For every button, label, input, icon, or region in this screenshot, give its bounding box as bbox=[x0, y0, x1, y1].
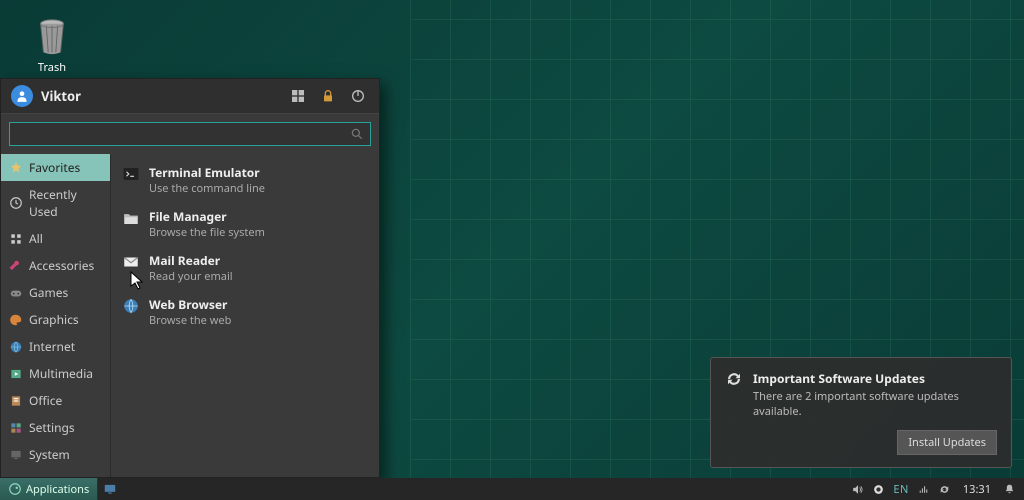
system-icon bbox=[9, 448, 23, 462]
grid-icon bbox=[9, 232, 23, 246]
lock-icon bbox=[320, 88, 336, 104]
volume-control[interactable] bbox=[851, 483, 864, 496]
app-description: Use the command line bbox=[149, 181, 265, 196]
category-label: Accessories bbox=[29, 257, 94, 274]
updater-indicator[interactable] bbox=[872, 483, 885, 496]
username-label: Viktor bbox=[41, 87, 279, 105]
category-label: Recently Used bbox=[29, 186, 102, 220]
user-icon bbox=[15, 89, 29, 103]
desktop-trash[interactable]: Trash bbox=[28, 18, 76, 75]
app-mail-reader[interactable]: Mail ReaderRead your email bbox=[111, 246, 379, 290]
category-label: Multimedia bbox=[29, 365, 93, 382]
refresh-icon bbox=[938, 483, 951, 496]
power-icon bbox=[350, 88, 366, 104]
category-recently-used[interactable]: Recently Used bbox=[1, 181, 110, 225]
category-label: System bbox=[29, 446, 70, 463]
category-label: All bbox=[29, 230, 43, 247]
menu-body: Favorites Recently Used All Accessories Game… bbox=[1, 154, 379, 477]
category-multimedia[interactable]: Multimedia bbox=[1, 360, 110, 387]
category-label: Office bbox=[29, 392, 62, 409]
office-icon bbox=[9, 394, 23, 408]
category-accessories[interactable]: Accessories bbox=[1, 252, 110, 279]
folder-icon bbox=[121, 208, 141, 228]
category-label: Graphics bbox=[29, 311, 79, 328]
app-title: File Manager bbox=[149, 208, 265, 225]
menu-search[interactable] bbox=[9, 122, 371, 146]
settings-grid-icon bbox=[290, 88, 306, 104]
opensuse-logo-icon bbox=[8, 482, 22, 496]
menu-header: Viktor bbox=[1, 79, 379, 114]
trash-icon bbox=[36, 18, 68, 56]
category-system[interactable]: System bbox=[1, 441, 110, 468]
app-web-browser[interactable]: Web BrowserBrowse the web bbox=[111, 290, 379, 334]
network-indicator[interactable] bbox=[917, 483, 930, 496]
category-list: Favorites Recently Used All Accessories Game… bbox=[1, 154, 111, 477]
category-settings[interactable]: Settings bbox=[1, 414, 110, 441]
palette-icon bbox=[9, 313, 23, 327]
app-description: Browse the file system bbox=[149, 225, 265, 240]
category-label: Settings bbox=[29, 419, 75, 436]
lock-screen-button[interactable] bbox=[317, 85, 339, 107]
category-label: Internet bbox=[29, 338, 75, 355]
mail-icon bbox=[121, 252, 141, 272]
keyboard-layout-indicator[interactable]: EN bbox=[893, 482, 908, 497]
app-title: Mail Reader bbox=[149, 252, 233, 269]
search-input[interactable] bbox=[16, 125, 350, 143]
app-file-manager[interactable]: File ManagerBrowse the file system bbox=[111, 202, 379, 246]
system-tray: EN 13:31 bbox=[843, 482, 1024, 497]
install-updates-button[interactable]: Install Updates bbox=[897, 430, 997, 455]
notification-popup: Important Software Updates There are 2 i… bbox=[710, 357, 1012, 468]
category-graphics[interactable]: Graphics bbox=[1, 306, 110, 333]
show-desktop-button[interactable] bbox=[98, 478, 122, 500]
terminal-icon bbox=[121, 164, 141, 184]
category-label: Games bbox=[29, 284, 68, 301]
notifications-indicator[interactable] bbox=[1003, 483, 1016, 496]
desktop-icon bbox=[103, 482, 117, 496]
notification-title: Important Software Updates bbox=[753, 370, 997, 387]
network-icon bbox=[917, 483, 930, 496]
game-icon bbox=[9, 286, 23, 300]
settings-icon bbox=[9, 421, 23, 435]
all-settings-button[interactable] bbox=[287, 85, 309, 107]
applications-button-label: Applications bbox=[26, 482, 89, 497]
app-description: Browse the web bbox=[149, 313, 231, 328]
category-games[interactable]: Games bbox=[1, 279, 110, 306]
taskbar: Applications EN 13:31 bbox=[0, 478, 1024, 500]
applications-button[interactable]: Applications bbox=[0, 478, 98, 500]
star-icon bbox=[9, 161, 23, 175]
media-icon bbox=[9, 367, 23, 381]
desktop-trash-label: Trash bbox=[28, 60, 76, 75]
clock-icon bbox=[9, 196, 23, 210]
category-favorites[interactable]: Favorites bbox=[1, 154, 110, 181]
category-label: Favorites bbox=[29, 159, 80, 176]
category-office[interactable]: Office bbox=[1, 387, 110, 414]
app-description: Read your email bbox=[149, 269, 233, 284]
category-internet[interactable]: Internet bbox=[1, 333, 110, 360]
logout-button[interactable] bbox=[347, 85, 369, 107]
browser-icon bbox=[121, 296, 141, 316]
globe-icon bbox=[9, 340, 23, 354]
package-update-indicator[interactable] bbox=[938, 483, 951, 496]
category-all[interactable]: All bbox=[1, 225, 110, 252]
taskbar-clock[interactable]: 13:31 bbox=[959, 482, 995, 497]
tools-icon bbox=[9, 259, 23, 273]
notification-body: There are 2 important software updates a… bbox=[753, 389, 997, 419]
app-terminal-emulator[interactable]: Terminal EmulatorUse the command line bbox=[111, 158, 379, 202]
application-menu: Viktor Favorites Recently Used All Accessor… bbox=[0, 78, 380, 478]
volume-icon bbox=[851, 483, 864, 496]
search-icon bbox=[350, 127, 364, 141]
updater-icon bbox=[872, 483, 885, 496]
app-title: Terminal Emulator bbox=[149, 164, 265, 181]
application-list: Terminal EmulatorUse the command lineFil… bbox=[111, 154, 379, 477]
bell-icon bbox=[1003, 483, 1016, 496]
update-icon bbox=[725, 370, 743, 388]
app-title: Web Browser bbox=[149, 296, 231, 313]
user-avatar[interactable] bbox=[11, 85, 33, 107]
